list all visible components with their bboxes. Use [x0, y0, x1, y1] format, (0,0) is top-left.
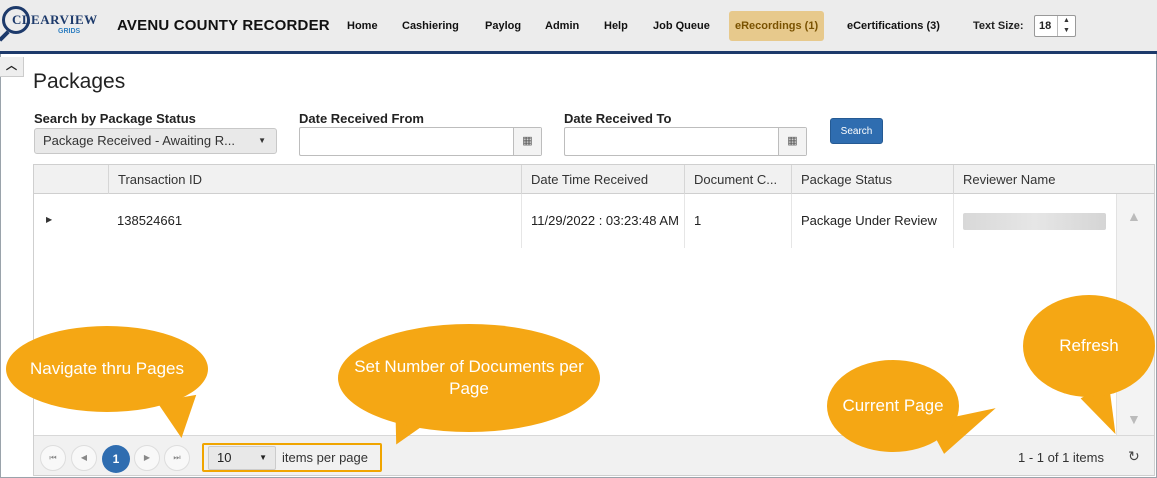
redacted-reviewer-name [963, 212, 1106, 230]
text-size-label: Text Size: [973, 20, 1024, 32]
page-title: Packages [33, 70, 126, 93]
pager-info: 1 - 1 of 1 items [1018, 450, 1104, 465]
cell-package-status: Package Under Review [791, 194, 953, 248]
nav-home[interactable]: Home [341, 11, 384, 41]
expand-row-icon[interactable]: ▶ [46, 215, 52, 224]
calendar-icon[interactable]: ▦ [513, 128, 541, 155]
prev-page-icon[interactable]: ◀ [71, 445, 97, 471]
callout-navigate-pages: Navigate thru Pages [6, 326, 208, 412]
callout-refresh: Refresh [1023, 295, 1155, 397]
spinner-arrows-icon[interactable]: ▲ ▼ [1057, 16, 1075, 36]
date-from-input[interactable]: ▦ [299, 127, 542, 156]
dropdown-arrow-icon: ▼ [259, 453, 267, 462]
col-document-count[interactable]: Document C... [684, 165, 791, 194]
cell-transaction-id: 138524661 [117, 213, 183, 228]
date-from-label: Date Received From [299, 111, 424, 126]
clearview-logo: CLEARVIEW GRIDS [0, 4, 97, 50]
date-to-input[interactable]: ▦ [564, 127, 807, 156]
nav-erecordings[interactable]: eRecordings (1) [729, 11, 825, 41]
cell-date-time: 11/29/2022 : 03:23:48 AM [521, 194, 684, 248]
cell-reviewer-name [953, 194, 1116, 248]
app-title: AVENU COUNTY RECORDER [117, 17, 330, 34]
grid-header: Transaction ID Date Time Received Docume… [34, 165, 1154, 194]
items-per-page-label: items per page [282, 450, 368, 465]
text-size-value: 18 [1039, 20, 1052, 32]
nav-paylog[interactable]: Paylog [479, 11, 527, 41]
top-nav-bar: CLEARVIEW GRIDS AVENU COUNTY RECORDER Ho… [0, 0, 1157, 54]
col-reviewer-name[interactable]: Reviewer Name [953, 165, 1116, 194]
col-date-time-received[interactable]: Date Time Received [521, 165, 684, 194]
dropdown-arrow-icon: ▼ [258, 136, 266, 145]
refresh-icon[interactable]: ↻ [1128, 448, 1140, 465]
callout-page-size: Set Number of Documents per Page [338, 324, 600, 432]
scroll-up-icon[interactable]: ▲ [1127, 208, 1141, 224]
chevron-up-icon: ︿ [6, 60, 17, 72]
page-size-value: 10 [217, 450, 232, 465]
col-package-status[interactable]: Package Status [791, 165, 953, 194]
calendar-icon[interactable]: ▦ [778, 128, 806, 155]
nav-admin[interactable]: Admin [539, 11, 585, 41]
callout-current-page: Current Page [827, 360, 959, 452]
nav-job-queue[interactable]: Job Queue [647, 11, 716, 41]
next-page-icon[interactable]: ▶ [134, 445, 160, 471]
search-button[interactable]: Search [830, 118, 883, 144]
nav-ecertifications[interactable]: eCertifications (3) [841, 11, 946, 41]
date-to-label: Date Received To [564, 111, 672, 126]
current-page-button[interactable]: 1 [102, 445, 130, 473]
status-filter-label: Search by Package Status [34, 111, 196, 126]
table-row[interactable]: ▶ 138524661 11/29/2022 : 03:23:48 AM 1 P… [34, 194, 1116, 248]
col-transaction-id[interactable]: Transaction ID [108, 165, 521, 194]
package-status-select[interactable]: Package Received - Awaiting R... ▼ [34, 128, 277, 154]
page-size-select[interactable]: 10 ▼ [208, 446, 276, 470]
first-page-icon[interactable]: ⏮ [40, 445, 66, 471]
text-size-stepper[interactable]: 18 ▲ ▼ [1034, 15, 1076, 37]
collapse-panel-button[interactable]: ︿ [0, 57, 24, 77]
cell-document-count: 1 [684, 194, 791, 248]
package-status-value: Package Received - Awaiting R... [43, 133, 235, 148]
last-page-icon[interactable]: ⏭ [164, 445, 190, 471]
nav-cashiering[interactable]: Cashiering [396, 11, 465, 41]
nav-help[interactable]: Help [598, 11, 634, 41]
